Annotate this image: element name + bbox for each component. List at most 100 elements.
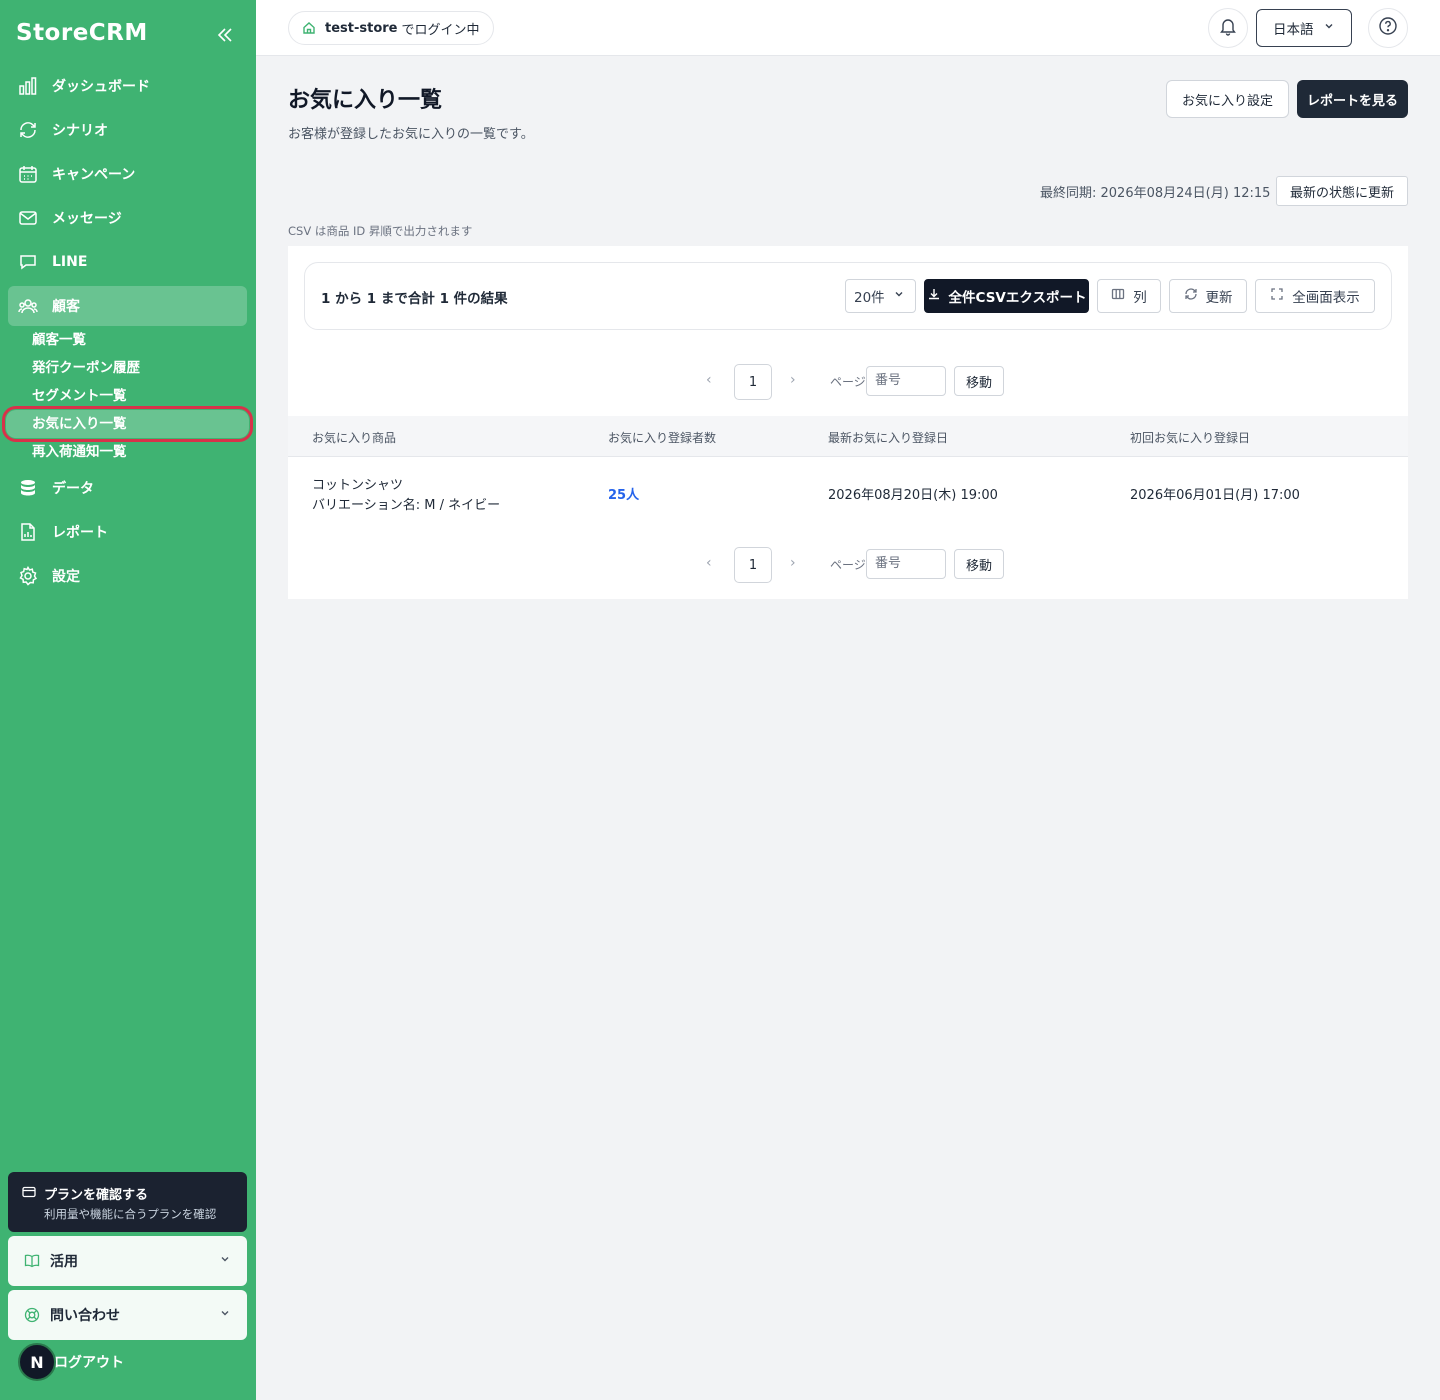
csv-export-label: 全件CSVエクスポート [948,290,1087,306]
nav-label: キャンペーン [52,167,136,183]
favorites-card: 1 から 1 まで合計 1 件の結果 20件 全件CSVエクスポート 列 更新 … [288,246,1408,599]
card-icon [22,1185,36,1203]
nav-label: シナリオ [52,123,108,139]
top-bar: test-store でログイン中 日本語 [256,0,1440,56]
nav-settings[interactable]: 設定 [8,556,247,596]
table-toolbar: 1 から 1 まで合計 1 件の結果 20件 全件CSVエクスポート 列 更新 … [304,262,1392,330]
csv-note: CSV は商品 ID 昇順で出力されます [288,224,473,238]
chevron-right-icon[interactable]: › [790,555,796,571]
chevron-left-icon[interactable]: ‹ [706,372,712,388]
book-icon [24,1253,40,1269]
notification-button[interactable] [1208,8,1248,48]
sub-segment-list[interactable]: セグメント一覧 [8,382,247,410]
nav-campaign[interactable]: キャンペーン [8,154,247,194]
page-jump-button[interactable]: 移動 [954,549,1004,579]
store-name: test-store [325,20,398,36]
sub-customer-list[interactable]: 顧客一覧 [8,326,247,354]
contact-accordion[interactable]: 問い合わせ [8,1290,247,1340]
favorite-count-link[interactable]: 25人 [608,484,639,503]
chevron-left-icon[interactable]: ‹ [706,555,712,571]
nav-dashboard[interactable]: ダッシュボード [8,66,247,106]
pagination-top: ‹ 1 › ページ 番号 移動 [288,362,1408,400]
nav-customer[interactable]: 顧客 [8,286,247,326]
customer-submenu: 顧客一覧 発行クーポン履歴 セグメント一覧 お気に入り一覧 再入荷通知一覧 [2,326,253,466]
product-variation: バリエーション名: M / ネイビー [312,498,501,513]
store-indicator[interactable]: test-store でログイン中 [288,11,494,45]
contact-label: 問い合わせ [50,1308,120,1324]
nav-label: LINE [52,254,88,270]
page-number-button[interactable]: 1 [734,547,772,583]
logout-button[interactable]: N ログアウト [18,1343,124,1381]
page-size-select[interactable]: 20件 [845,279,916,313]
language-value: 日本語 [1273,22,1314,38]
page-label: ページ [830,375,866,389]
results-count: 1 から 1 まで合計 1 件の結果 [321,291,508,307]
download-icon [927,287,941,305]
chevron-down-icon [219,1253,231,1269]
bar-chart-icon [18,76,38,96]
pagination-bottom: ‹ 1 › ページ 番号 移動 [288,545,1408,583]
refresh-label: 更新 [1205,290,1233,306]
columns-label: 列 [1133,290,1147,306]
home-icon [302,21,316,35]
plan-title: プランを確認する [44,1188,149,1203]
expand-icon [1270,287,1284,305]
last-sync-text: 最終同期: 2026年08月24日(月) 12:15 [1040,186,1271,201]
nav-message[interactable]: メッセージ [8,198,247,238]
calendar-icon [18,164,38,184]
chevron-right-icon[interactable]: › [790,372,796,388]
column-header[interactable]: お気に入り商品 [312,429,396,446]
refresh-icon [1184,287,1198,305]
nav-line[interactable]: LINE [8,242,247,282]
app-logo: StoreCRM [16,20,148,46]
nav-label: レポート [52,525,108,541]
columns-icon [1111,287,1125,305]
gear-icon [18,566,38,586]
mail-icon [18,208,38,228]
favorite-settings-button[interactable]: お気に入り設定 [1166,80,1289,118]
page-jump-button[interactable]: 移動 [954,366,1004,396]
help-button[interactable] [1368,8,1408,48]
page-number-button[interactable]: 1 [734,364,772,400]
collapse-sidebar-icon[interactable] [214,24,236,46]
table-header: お気に入り商品 お気に入り登録者数 最新お気に入り登録日 初回お気に入り登録日 [288,416,1408,457]
help-icon [1378,16,1398,40]
usage-label: 活用 [50,1254,78,1270]
page-label: ページ [830,558,866,572]
refresh-icon [18,120,38,140]
page-title: お気に入り一覧 [288,88,443,113]
nav-label: 顧客 [52,299,80,315]
sub-coupon-history[interactable]: 発行クーポン履歴 [8,354,247,382]
usage-accordion[interactable]: 活用 [8,1236,247,1286]
sub-favorites-list[interactable]: お気に入り一覧 [2,406,253,442]
login-status: でログイン中 [401,22,480,38]
language-select[interactable]: 日本語 [1256,9,1352,47]
page-subtitle: お客様が登録したお気に入りの一覧です。 [288,127,534,142]
nav-report[interactable]: レポート [8,512,247,552]
plan-card[interactable]: プランを確認する 利用量や機能に合うプランを確認 [8,1172,247,1232]
chevron-down-icon [1323,20,1335,36]
fullscreen-label: 全画面表示 [1292,290,1360,306]
fullscreen-button[interactable]: 全画面表示 [1255,279,1375,313]
view-report-button[interactable]: レポートを見る [1297,80,1408,118]
nav-label: ダッシュボード [52,79,150,95]
nav-label: データ [52,481,94,497]
page-jump-input[interactable]: 番号 [866,366,946,396]
nav-data[interactable]: データ [8,468,247,508]
database-icon [18,478,38,498]
table-row: コットンシャツ バリエーション名: M / ネイビー 25人 2026年08月2… [288,457,1408,529]
avatar: N [18,1343,56,1381]
column-header[interactable]: 最新お気に入り登録日 [828,429,948,446]
column-header[interactable]: 初回お気に入り登録日 [1130,429,1250,446]
nav-scenario[interactable]: シナリオ [8,110,247,150]
sub-restock-list[interactable]: 再入荷通知一覧 [8,438,247,466]
latest-registered-date: 2026年08月20日(木) 19:00 [828,488,998,503]
refresh-latest-button[interactable]: 最新の状態に更新 [1276,176,1408,206]
csv-export-button[interactable]: 全件CSVエクスポート [924,279,1089,313]
columns-button[interactable]: 列 [1097,279,1161,313]
chat-icon [18,252,38,272]
column-header[interactable]: お気に入り登録者数 [608,429,716,446]
lifebuoy-icon [24,1307,40,1323]
page-jump-input[interactable]: 番号 [866,549,946,579]
refresh-button[interactable]: 更新 [1169,279,1247,313]
